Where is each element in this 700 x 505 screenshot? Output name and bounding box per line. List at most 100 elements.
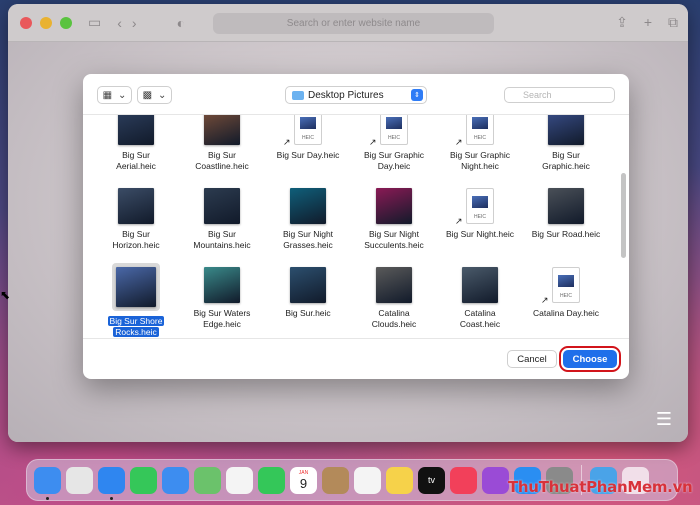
mail-icon[interactable] (162, 466, 189, 494)
apple-tv-label: tv (427, 475, 435, 485)
file-name: Big Sur Graphic.heic (542, 150, 590, 171)
thumbnail-frame (118, 182, 154, 224)
thumbnail-frame (204, 115, 240, 145)
photos-icon[interactable] (226, 466, 253, 494)
file-item[interactable]: Big Sur Shore Rocks.heic (93, 261, 179, 338)
launchpad-icon[interactable] (66, 466, 93, 494)
file-name: Big Sur Mountains.heic (193, 229, 251, 250)
alias-arrow-icon: ↗ (455, 216, 463, 226)
mouse-cursor-icon: ⬉ (0, 288, 11, 302)
scrollbar-thumb[interactable] (621, 173, 626, 258)
forward-icon[interactable]: › (132, 15, 137, 31)
contacts-icon[interactable] (322, 466, 349, 494)
heic-file-icon: HEIC (552, 267, 580, 303)
safari-icon[interactable] (98, 466, 125, 500)
file-name: Big Sur Aerial.heic (116, 150, 156, 171)
notes-icon[interactable] (386, 466, 413, 494)
finder-icon[interactable] (34, 466, 61, 500)
file-name: Big Sur Graphic Day.heic (364, 150, 424, 171)
thumbnail-frame (376, 261, 412, 303)
thumbnail-frame (204, 261, 240, 303)
file-item[interactable]: HEIC ↗ Big Sur Day.heic (265, 115, 351, 182)
folder-icon (292, 90, 304, 100)
new-tab-icon[interactable]: + (644, 14, 652, 31)
thumbnail-frame (112, 263, 160, 311)
file-item[interactable]: Catalina Clouds.heic (351, 261, 437, 338)
address-bar[interactable]: Search or enter website name (213, 13, 494, 34)
file-item[interactable]: Big Sur Horizon.heic (93, 182, 179, 261)
zoom-button[interactable] (60, 16, 72, 29)
thumbnail-frame (548, 182, 584, 224)
watermark-logo: ThuThuatPhanMem.vn (508, 478, 693, 496)
alias-arrow-icon: ↗ (283, 137, 291, 147)
heic-file-icon: HEIC (380, 115, 408, 145)
appletv-icon[interactable]: tv (418, 466, 445, 494)
file-name: Big Sur Horizon.heic (112, 229, 160, 250)
file-item[interactable]: HEIC ↗ Big Sur Night.heic (437, 182, 523, 261)
privacy-shield-icon[interactable]: ◐ (177, 15, 185, 31)
browser-toolbar: ▭ ‹ › ◐ Search or enter website name ⇪ +… (8, 4, 688, 42)
file-item[interactable]: Big Sur.heic (265, 261, 351, 338)
file-item[interactable]: Big Sur Aerial.heic (93, 115, 179, 182)
file-item[interactable]: Big Sur Mountains.heic (179, 182, 265, 261)
chevron-down-icon: ⌄ (158, 89, 167, 101)
thumbnail-image (290, 188, 326, 224)
location-popup[interactable]: Desktop Pictures ⇕ (285, 86, 427, 104)
choose-button[interactable]: Choose (559, 346, 621, 372)
file-name: Big Sur Night Grasses.heic (282, 229, 334, 250)
heic-file-icon: HEIC (466, 188, 494, 224)
file-browser[interactable]: Big Sur Aerial.heic Big Sur Coastline.heic H… (83, 114, 629, 339)
messages-icon[interactable] (130, 466, 157, 494)
facetime-icon[interactable] (258, 466, 285, 494)
thumbnail-frame (376, 182, 412, 224)
sidebar-icon[interactable]: ▭ (88, 14, 101, 31)
cancel-button[interactable]: Cancel (507, 350, 557, 368)
thumbnail-frame (204, 182, 240, 224)
customize-start-page-icon[interactable]: ☰ (656, 409, 672, 430)
file-item[interactable]: Big Sur Waters Edge.heic (179, 261, 265, 338)
alias-arrow-icon: ↗ (541, 295, 549, 305)
tab-overview-icon[interactable]: ⧉ (668, 14, 678, 31)
file-item[interactable]: Big Sur Night Grasses.heic (265, 182, 351, 261)
thumbnail-image (118, 115, 154, 145)
maps-icon[interactable] (194, 466, 221, 494)
file-name: Big Sur Night Succulents.heic (364, 229, 424, 250)
calendar-icon[interactable]: JAN 9 (290, 466, 317, 494)
file-item[interactable]: HEIC ↗ Catalina Day.heic (523, 261, 609, 338)
file-item[interactable]: Catalina Coast.heic (437, 261, 523, 338)
thumbnail-image (462, 267, 498, 303)
thumbnail-frame (118, 115, 154, 145)
back-icon[interactable]: ‹ (117, 15, 122, 31)
view-mode-icon-button[interactable]: ▦ ⌄ (97, 86, 132, 104)
file-name: Catalina Day.heic (533, 308, 599, 318)
file-item[interactable]: Big Sur Graphic.heic (523, 115, 609, 182)
running-indicator (46, 496, 49, 500)
dialog-toolbar: ▦ ⌄ ▩ ⌄ Desktop Pictures ⇕ 🔍︎ (83, 74, 629, 114)
close-button[interactable] (20, 16, 32, 29)
file-name: Big Sur Waters Edge.heic (193, 308, 251, 329)
thumbnail-frame (290, 182, 326, 224)
file-item[interactable]: HEIC ↗ Big Sur Graphic Night.heic (437, 115, 523, 182)
safari-window: ▭ ‹ › ◐ Search or enter website name ⇪ +… (8, 4, 688, 442)
file-item[interactable]: Big Sur Road.heic (523, 182, 609, 261)
file-item[interactable]: Big Sur Night Succulents.heic (351, 182, 437, 261)
file-name: Catalina Coast.heic (459, 308, 501, 329)
thumbnail-image (204, 188, 240, 224)
group-by-button[interactable]: ▩ ⌄ (137, 86, 172, 104)
music-icon[interactable] (450, 466, 477, 494)
podcasts-icon[interactable] (482, 466, 509, 494)
thumbnail-frame (548, 115, 584, 145)
file-item[interactable]: Big Sur Coastline.heic (179, 115, 265, 182)
search-input[interactable] (504, 87, 615, 103)
running-indicator (110, 496, 113, 500)
minimize-button[interactable] (40, 16, 52, 29)
reminders-icon[interactable] (354, 466, 381, 494)
icon-view-icon: ▦ (102, 89, 113, 101)
share-icon[interactable]: ⇪ (616, 14, 628, 31)
file-item[interactable]: HEIC ↗ Big Sur Graphic Day.heic (351, 115, 437, 182)
file-name: Catalina Clouds.heic (371, 308, 417, 329)
file-name: Big Sur Night.heic (445, 229, 515, 239)
thumbnail-image (548, 115, 584, 145)
file-name: Big Sur.heic (285, 308, 331, 318)
thumbnail-image (116, 267, 156, 307)
